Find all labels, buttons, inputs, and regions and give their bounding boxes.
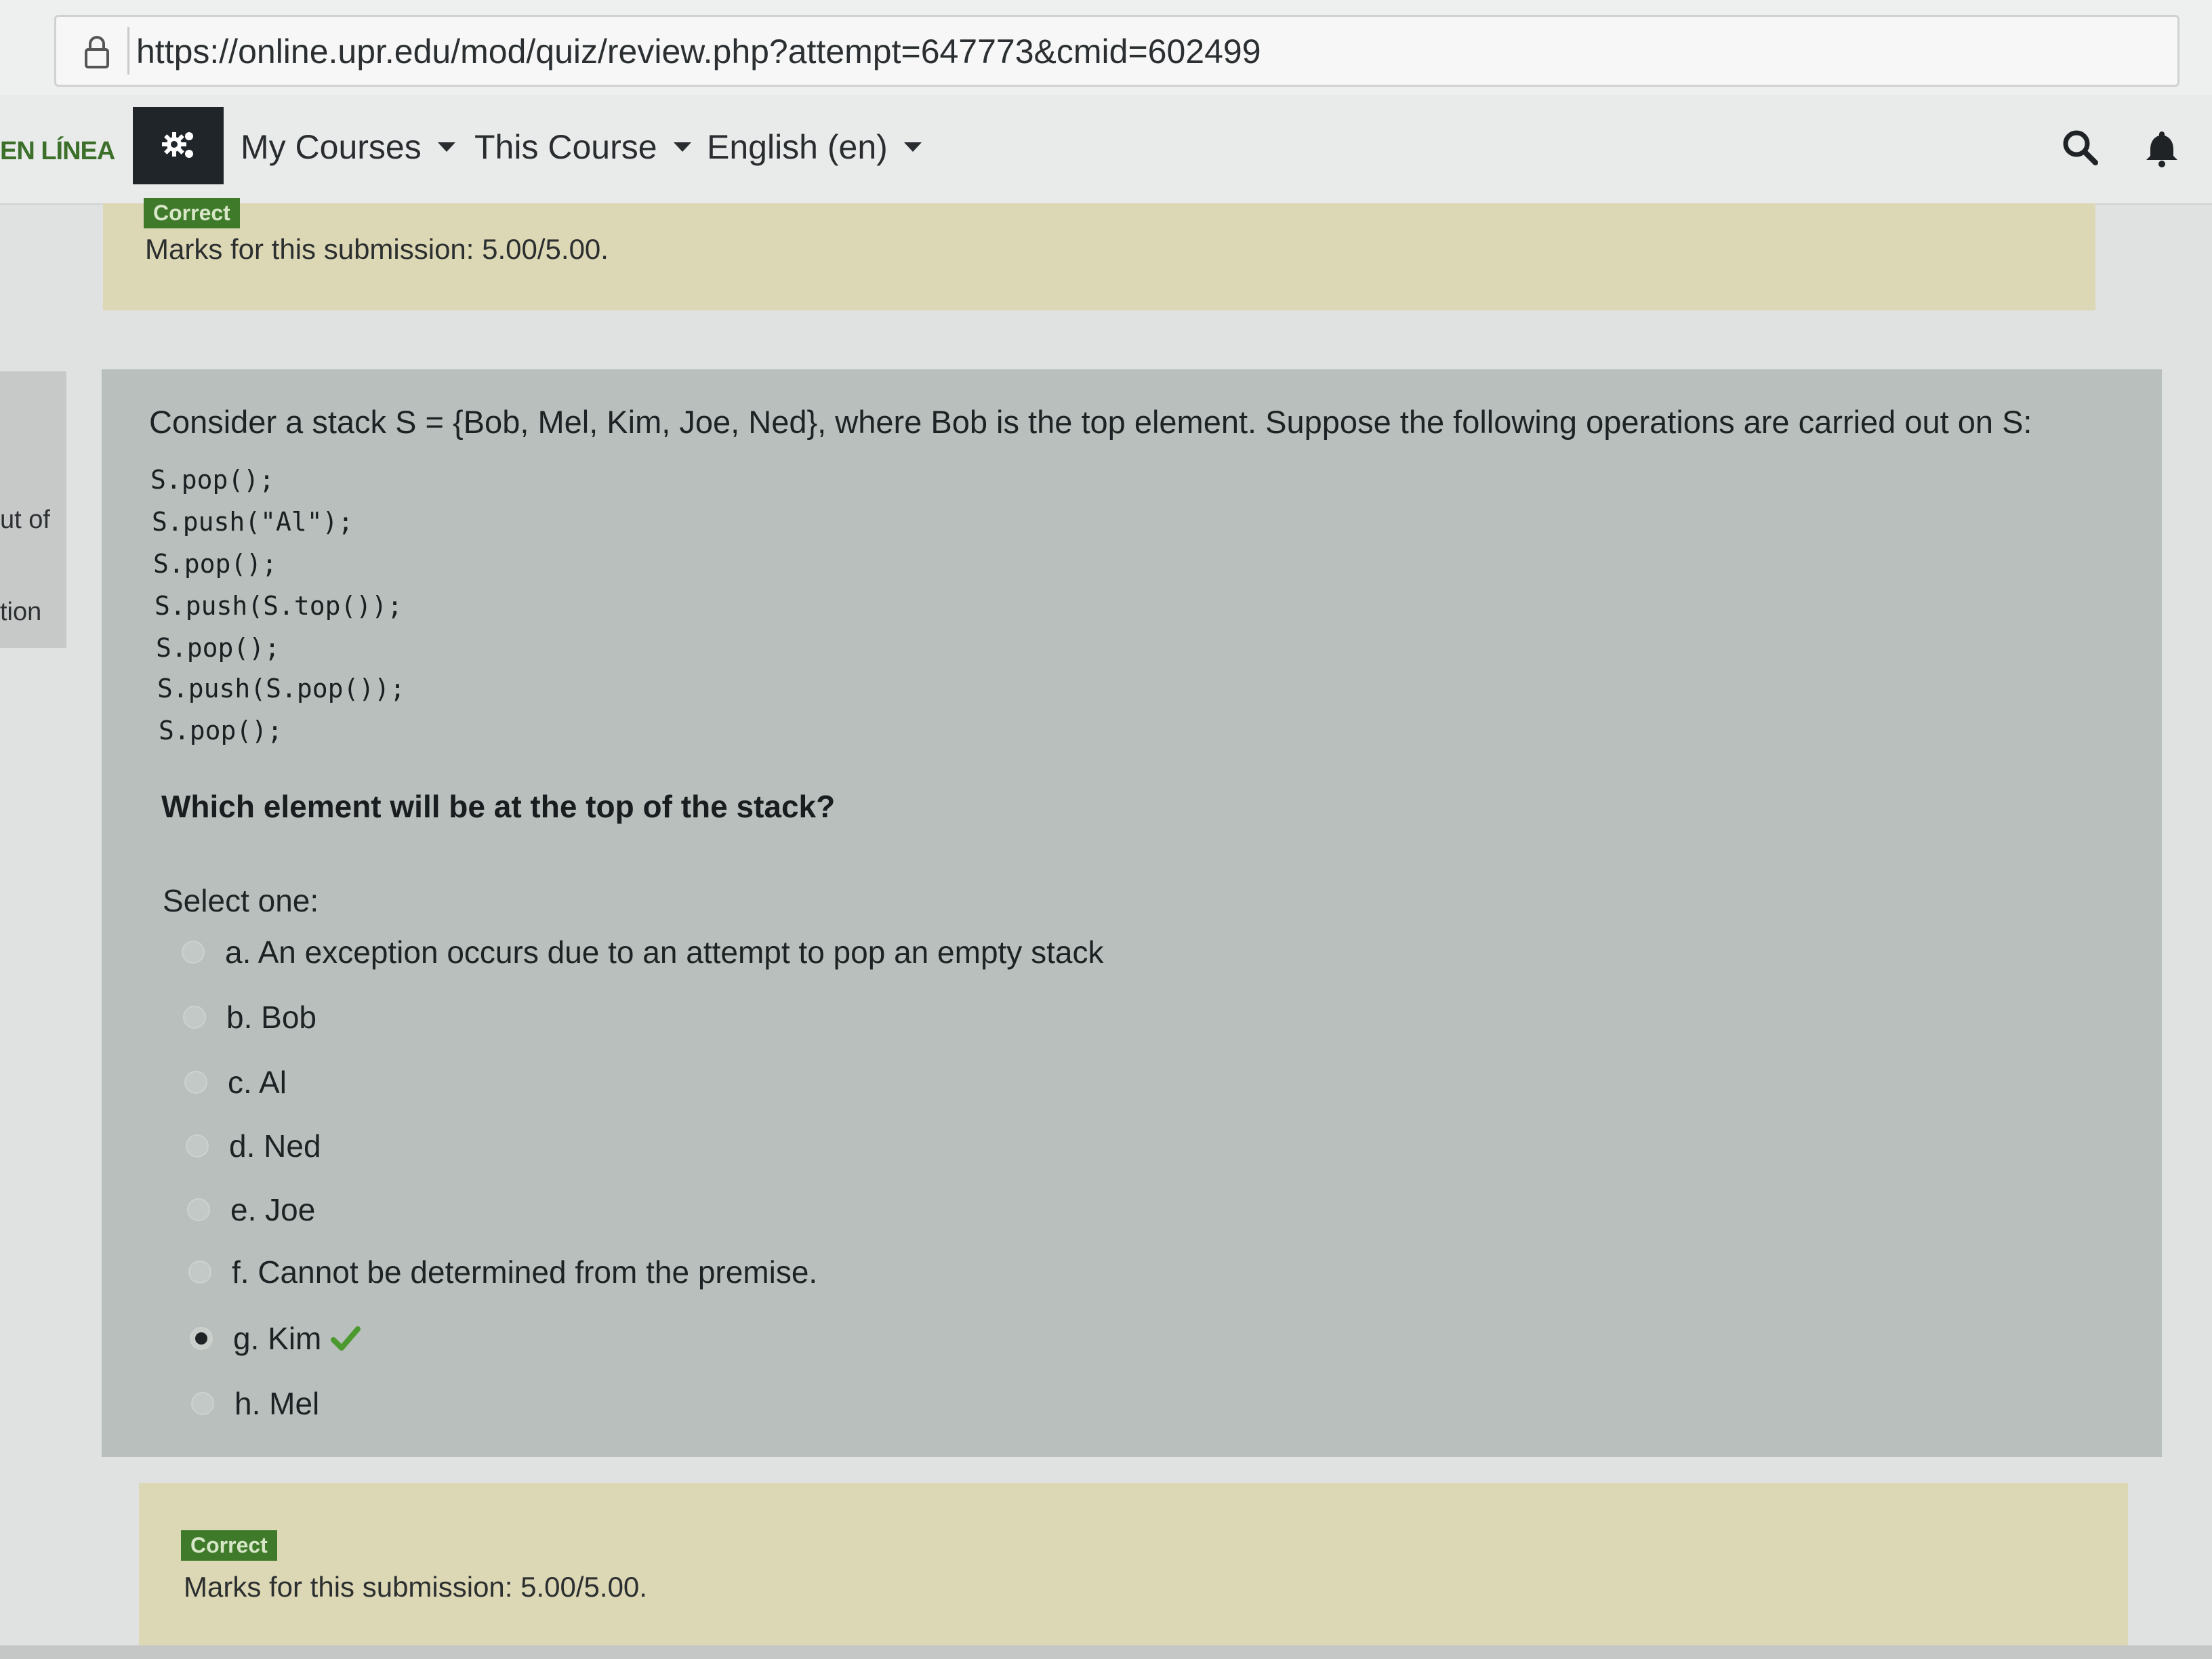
nav-this-course-label: This Course: [474, 128, 657, 166]
feedback-box-top: Correct Marks for this submission: 5.00/…: [103, 198, 2095, 310]
answer-option-a[interactable]: a. An exception occurs due to an attempt…: [182, 934, 1103, 970]
answer-option-c[interactable]: c. Al: [184, 1064, 287, 1101]
select-one-label: Select one:: [163, 883, 319, 918]
code-line: S.pop();: [150, 465, 275, 495]
answer-option-label: e. Joe: [230, 1192, 316, 1227]
answer-option-label: b. Bob: [226, 1000, 316, 1035]
code-line: S.push(S.top());: [155, 591, 403, 621]
question-prompt: Which element will be at the top of the …: [161, 789, 836, 824]
side-text-2: tion: [0, 598, 42, 626]
correct-badge: Correct: [181, 1530, 277, 1561]
code-line: S.pop();: [156, 633, 281, 663]
marks-text: Marks for this submission: 5.00/5.00.: [145, 233, 609, 265]
gear-icon: [162, 132, 193, 158]
question-intro: Consider a stack S = {Bob, Mel, Kim, Joe…: [149, 404, 2032, 440]
checkmark-icon: [331, 1326, 361, 1351]
answer-option-label: f. Cannot be determined from the premise…: [232, 1254, 818, 1290]
radio-button[interactable]: [187, 1198, 210, 1221]
answer-option-f[interactable]: f. Cannot be determined from the premise…: [188, 1254, 817, 1290]
code-line: S.push(S.pop());: [157, 674, 406, 703]
answer-option-label: c. Al: [228, 1065, 287, 1100]
radio-button[interactable]: [184, 1071, 207, 1094]
page: https://online.upr.edu/mod/quiz/review.p…: [0, 0, 2212, 1659]
site-navbar: EN LÍNEA My Courses This Course English …: [0, 95, 2212, 205]
code-line: S.pop();: [153, 549, 278, 579]
question-panel: [102, 369, 2162, 1457]
url-text[interactable]: https://online.upr.edu/mod/quiz/review.p…: [136, 32, 1261, 71]
nav-this-course[interactable]: This Course: [474, 127, 691, 167]
answer-option-label: g. Kim: [233, 1321, 322, 1356]
radio-button[interactable]: [183, 1006, 206, 1029]
radio-button[interactable]: [191, 1392, 214, 1415]
radio-button-selected[interactable]: [190, 1327, 213, 1350]
answer-option-g[interactable]: g. Kim: [190, 1320, 361, 1357]
side-text-1: ut of: [0, 506, 50, 534]
caret-down-icon: [673, 142, 691, 152]
site-brand[interactable]: EN LÍNEA: [0, 137, 115, 166]
side-panel-fragment: ut of tion: [0, 371, 66, 648]
caret-down-icon: [903, 142, 922, 152]
answer-option-d[interactable]: d. Ned: [186, 1128, 321, 1164]
radio-button[interactable]: [188, 1261, 211, 1284]
url-field[interactable]: https://online.upr.edu/mod/quiz/review.p…: [54, 15, 2179, 87]
nav-language-label: English (en): [707, 128, 888, 166]
answer-option-h[interactable]: h. Mel: [191, 1385, 319, 1422]
nav-language[interactable]: English (en): [707, 127, 922, 167]
radio-button[interactable]: [182, 941, 205, 964]
nav-my-courses-label: My Courses: [241, 128, 422, 166]
marks-text: Marks for this submission: 5.00/5.00.: [184, 1571, 647, 1603]
code-line: S.pop();: [159, 716, 283, 745]
answer-option-label: d. Ned: [229, 1128, 321, 1164]
radio-button[interactable]: [186, 1134, 209, 1158]
search-icon[interactable]: [2060, 127, 2101, 168]
feedback-box-bottom: Correct Marks for this submission: 5.00/…: [139, 1483, 2128, 1645]
code-line: S.push("Al");: [152, 507, 354, 537]
radio-dot: [195, 1332, 207, 1345]
correct-badge: Correct: [144, 198, 240, 228]
lock-icon: [85, 36, 109, 68]
nav-my-courses[interactable]: My Courses: [241, 127, 455, 167]
answer-option-label: h. Mel: [234, 1386, 320, 1421]
bell-icon[interactable]: [2142, 127, 2182, 168]
settings-button[interactable]: [133, 107, 224, 184]
bottom-edge: [0, 1645, 2212, 1659]
answer-option-e[interactable]: e. Joe: [187, 1191, 315, 1228]
answer-option-b[interactable]: b. Bob: [183, 999, 316, 1036]
url-separator: [127, 27, 129, 75]
caret-down-icon: [437, 142, 455, 152]
browser-address-bar: https://online.upr.edu/mod/quiz/review.p…: [0, 0, 2212, 97]
answer-option-label: a. An exception occurs due to an attempt…: [225, 935, 1104, 970]
